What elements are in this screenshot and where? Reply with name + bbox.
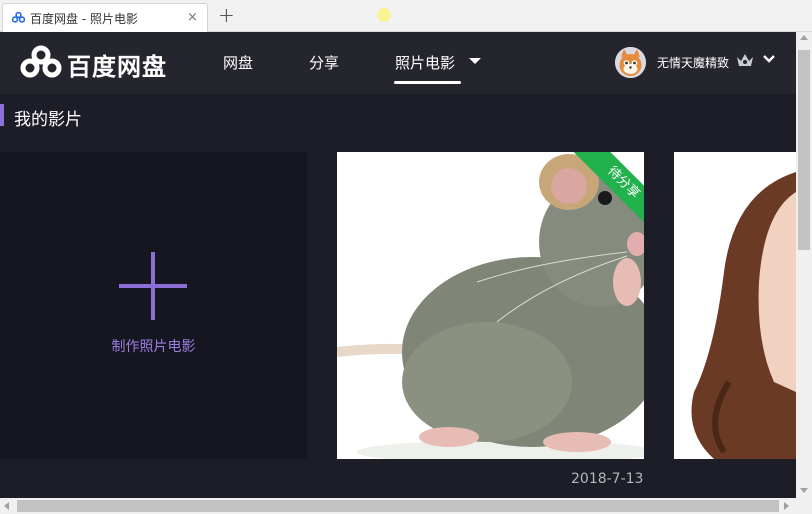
scroll-right-arrow-icon[interactable] [784, 502, 789, 510]
new-tab-button[interactable]: + [218, 3, 235, 27]
browser-tab[interactable]: 百度网盘 - 照片电影 × [2, 3, 208, 32]
browser-tab-title: 百度网盘 - 照片电影 [30, 12, 138, 26]
vertical-scroll-thumb[interactable] [798, 50, 810, 250]
baidu-cloud-icon [12, 12, 25, 23]
mouse-cursor-highlight [377, 8, 391, 22]
section-accent-bar [0, 104, 4, 126]
avatar-fox-icon [615, 47, 646, 78]
movie-card-partial[interactable] [674, 152, 796, 459]
app-header: 百度网盘 网盘 分享 照片电影 无情天魔精致 [0, 32, 796, 94]
create-movie-label[interactable]: 制作照片电影 [0, 336, 307, 356]
active-nav-indicator [394, 81, 461, 84]
movie-thumbnail-mouse [337, 152, 644, 459]
chevron-down-icon[interactable] [469, 58, 481, 64]
section-title: 我的影片 [14, 110, 82, 130]
browser-tab-bar: 百度网盘 - 照片电影 × + [0, 0, 812, 32]
create-movie-card[interactable]: 制作照片电影 [0, 152, 307, 459]
horizontal-scroll-thumb[interactable] [17, 500, 779, 512]
nav-item-photo-movie[interactable]: 照片电影 [395, 52, 455, 73]
crown-icon [737, 54, 753, 66]
scroll-up-arrow-icon[interactable] [800, 35, 808, 40]
movie-date: 2018-7-13 [571, 471, 644, 487]
avatar[interactable] [615, 47, 646, 78]
logo-text[interactable]: 百度网盘 [67, 47, 167, 82]
close-tab-icon[interactable]: × [187, 10, 198, 25]
movie-thumbnail-woman [674, 152, 796, 459]
username[interactable]: 无情天魔精致 [657, 54, 729, 71]
scroll-down-arrow-icon[interactable] [800, 488, 808, 493]
movie-card[interactable]: 待分享 [337, 152, 644, 459]
nav-item-netdisk[interactable]: 网盘 [223, 52, 253, 73]
nav-item-share[interactable]: 分享 [309, 52, 339, 73]
scroll-left-arrow-icon[interactable] [4, 502, 9, 510]
baidu-cloud-logo-icon[interactable] [20, 45, 62, 79]
chevron-down-icon[interactable] [762, 54, 776, 64]
